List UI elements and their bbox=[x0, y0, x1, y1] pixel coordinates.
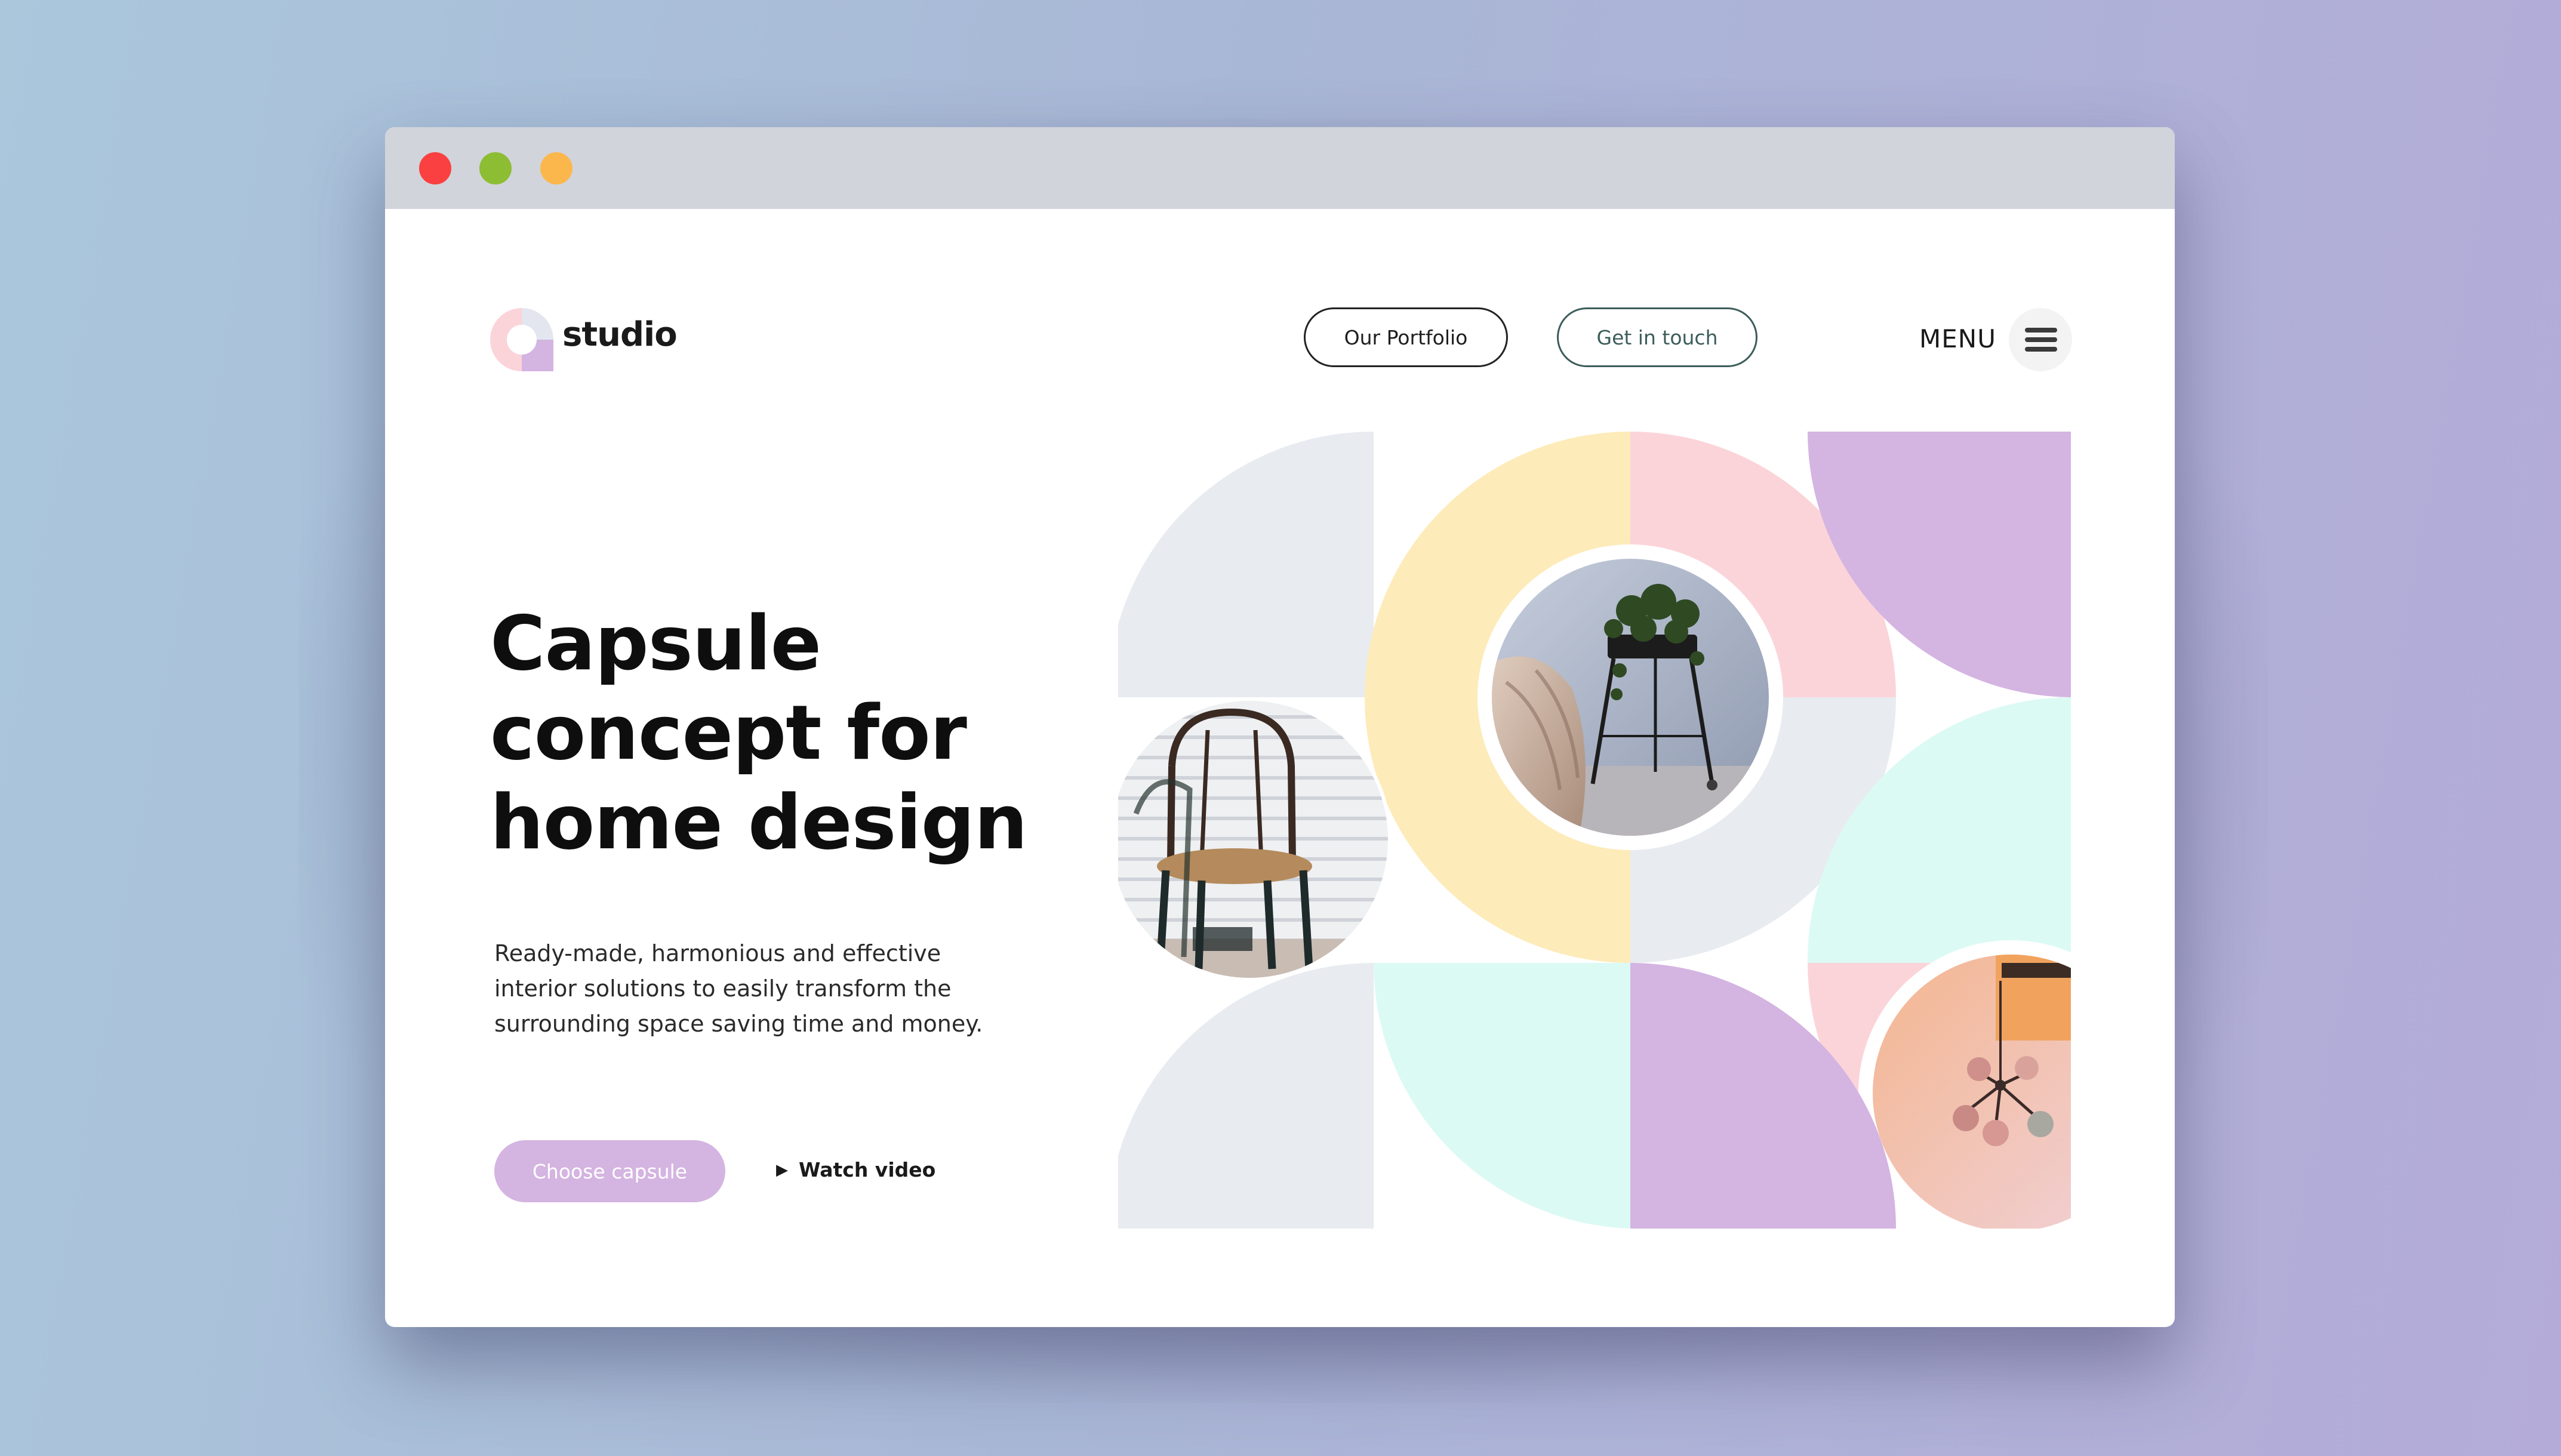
choose-capsule-button[interactable]: Choose capsule bbox=[494, 1140, 725, 1202]
hero-title-line: Capsule bbox=[490, 599, 821, 687]
gray-quarter-shape bbox=[1118, 963, 1374, 1229]
hero-title: Capsule concept for home design bbox=[490, 599, 1087, 867]
gray-quarter-shape bbox=[1118, 432, 1374, 697]
mint-quarter-shape bbox=[1373, 963, 1630, 1229]
brand-name[interactable]: studio bbox=[562, 315, 678, 354]
browser-window: studio Our Portfolio Get in touch MENU C… bbox=[385, 127, 2175, 1327]
description-line: Ready-made, harmonious and effective bbox=[494, 940, 941, 966]
description-line: surrounding space saving time and money. bbox=[494, 1011, 983, 1037]
hero-title-line: home design bbox=[490, 778, 1028, 866]
description-line: interior solutions to easily transform t… bbox=[494, 975, 952, 1002]
geometric-gallery bbox=[1118, 432, 2071, 1229]
our-portfolio-button[interactable]: Our Portfolio bbox=[1304, 307, 1508, 367]
minimize-window-button[interactable] bbox=[540, 152, 572, 184]
play-icon: ▶ bbox=[776, 1161, 788, 1179]
studio-logo-icon[interactable] bbox=[490, 308, 553, 371]
chair-photo bbox=[1118, 701, 1388, 978]
window-titlebar bbox=[385, 127, 2175, 209]
hero-description: Ready-made, harmonious and effective int… bbox=[494, 936, 1020, 1042]
hamburger-menu-icon[interactable] bbox=[2009, 308, 2072, 371]
watch-video-link[interactable]: ▶ Watch video bbox=[776, 1158, 935, 1181]
maximize-window-button[interactable] bbox=[479, 152, 512, 184]
get-in-touch-button[interactable]: Get in touch bbox=[1557, 307, 1757, 367]
hero-title-line: concept for bbox=[490, 689, 967, 777]
close-window-button[interactable] bbox=[419, 152, 451, 184]
watch-video-label: Watch video bbox=[799, 1158, 936, 1181]
menu-label[interactable]: MENU bbox=[1919, 324, 1996, 353]
